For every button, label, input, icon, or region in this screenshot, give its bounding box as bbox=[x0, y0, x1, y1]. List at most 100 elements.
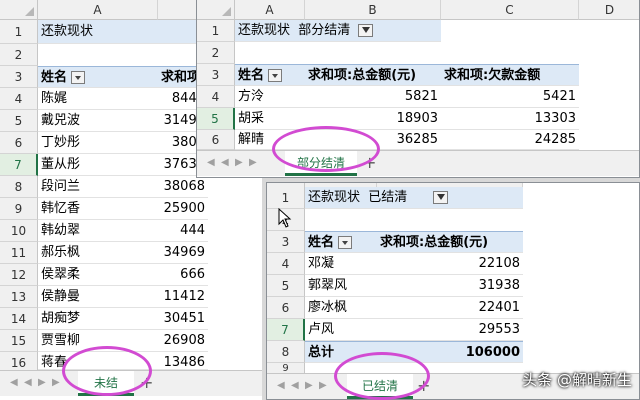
column-header-a[interactable]: A bbox=[38, 0, 158, 20]
column-header-d[interactable]: D bbox=[579, 0, 639, 20]
row-header-7[interactable]: 7 bbox=[267, 319, 305, 341]
row-header-14[interactable]: 14 bbox=[0, 308, 38, 330]
row-header-5[interactable]: 5 bbox=[267, 275, 305, 297]
row-filter-dropdown-icon[interactable] bbox=[338, 236, 353, 249]
total-cell[interactable]: 25900 bbox=[158, 198, 208, 220]
sheet-tab-settled[interactable]: 已结清 bbox=[347, 374, 413, 399]
row-header-3[interactable]: 3 bbox=[267, 231, 305, 253]
add-sheet-plus-icon[interactable]: + bbox=[363, 153, 376, 172]
name-cell[interactable]: 韩忆香 bbox=[38, 198, 158, 220]
column-header-b[interactable]: B bbox=[305, 0, 441, 20]
row-header-11[interactable]: 11 bbox=[0, 242, 38, 264]
pivot-header-total[interactable]: 求和项:总金额(元) bbox=[377, 231, 523, 253]
name-cell[interactable]: 韩幼翠 bbox=[38, 220, 158, 242]
next-sheet-arrow-icon[interactable]: ▶ bbox=[38, 377, 46, 388]
row-header-4[interactable]: 4 bbox=[197, 86, 235, 108]
sheet-tab-unsettled[interactable]: 未结 bbox=[78, 371, 134, 396]
next-sheet-arrow-icon[interactable]: ▶ bbox=[235, 157, 243, 168]
row-filter-dropdown-icon[interactable] bbox=[71, 71, 86, 84]
pivot-header-name[interactable]: 姓名 bbox=[38, 66, 158, 88]
name-cell[interactable]: 方泠 bbox=[235, 86, 305, 108]
row-header-4[interactable]: 4 bbox=[267, 253, 305, 275]
row-header-13[interactable]: 13 bbox=[0, 286, 38, 308]
total-cell[interactable]: 22401 bbox=[377, 297, 523, 319]
name-cell[interactable]: 邓凝 bbox=[305, 253, 377, 275]
add-sheet-plus-icon[interactable]: + bbox=[417, 376, 430, 395]
total-cell[interactable]: 34969 bbox=[158, 242, 208, 264]
last-sheet-arrow-icon[interactable]: ▶ bbox=[319, 380, 327, 391]
name-cell[interactable]: 董从彤 bbox=[38, 154, 158, 176]
first-sheet-arrow-icon[interactable]: ◀ bbox=[277, 380, 285, 391]
total-cell[interactable]: 30451 bbox=[158, 308, 208, 330]
total-cell[interactable]: 5821 bbox=[305, 86, 441, 108]
name-cell[interactable]: 廖冰枫 bbox=[305, 297, 377, 319]
name-cell[interactable]: 蒋春 bbox=[38, 352, 158, 370]
pivot-header-owed[interactable]: 求和项:欠款金额 bbox=[441, 64, 579, 86]
prev-sheet-arrow-icon[interactable]: ◀ bbox=[221, 157, 229, 168]
name-cell[interactable]: 陈娓 bbox=[38, 88, 158, 110]
prev-sheet-arrow-icon[interactable]: ◀ bbox=[24, 377, 32, 388]
total-cell[interactable]: 444 bbox=[158, 220, 208, 242]
row-header-1[interactable]: 1 bbox=[0, 20, 38, 44]
name-cell[interactable]: 戴兕波 bbox=[38, 110, 158, 132]
row-header-6[interactable]: 6 bbox=[267, 297, 305, 319]
total-cell[interactable]: 13486 bbox=[158, 352, 208, 370]
prev-sheet-arrow-icon[interactable]: ◀ bbox=[291, 380, 299, 391]
pivot-header-total[interactable]: 求和项:总金额(元) bbox=[305, 64, 441, 86]
row-header-1[interactable]: 1 bbox=[197, 20, 235, 42]
total-cell[interactable]: 31938 bbox=[377, 275, 523, 297]
owed-cell[interactable]: 13303 bbox=[441, 108, 579, 130]
name-cell[interactable]: 段问兰 bbox=[38, 176, 158, 198]
filter-funnel-icon[interactable] bbox=[358, 24, 374, 37]
row-header-7[interactable]: 7 bbox=[0, 154, 38, 176]
total-cell[interactable]: 26908 bbox=[158, 330, 208, 352]
row-header-8[interactable]: 8 bbox=[0, 176, 38, 198]
row-header-1[interactable]: 1 bbox=[267, 187, 305, 209]
row-header-5[interactable]: 5 bbox=[197, 108, 235, 130]
row-filter-dropdown-icon[interactable] bbox=[268, 69, 283, 82]
pivot-header-name[interactable]: 姓名 bbox=[305, 231, 377, 253]
name-cell[interactable]: 胡痴梦 bbox=[38, 308, 158, 330]
pivot-filter-cell[interactable]: 还款现状 已结清 bbox=[305, 187, 523, 209]
last-sheet-arrow-icon[interactable]: ▶ bbox=[249, 157, 257, 168]
name-cell[interactable]: 丁妙彤 bbox=[38, 132, 158, 154]
row-header-6[interactable]: 6 bbox=[0, 132, 38, 154]
name-cell[interactable]: 贾雪柳 bbox=[38, 330, 158, 352]
row-header-3[interactable]: 3 bbox=[0, 66, 38, 88]
total-cell[interactable]: 22108 bbox=[377, 253, 523, 275]
row-header-15[interactable]: 15 bbox=[0, 330, 38, 352]
sheet-tab-partial[interactable]: 部分结清 bbox=[285, 151, 357, 176]
row-header-4[interactable]: 4 bbox=[0, 88, 38, 110]
total-cell[interactable]: 36285 bbox=[305, 130, 441, 150]
select-all-corner[interactable] bbox=[0, 0, 38, 20]
name-cell[interactable]: 郭翠风 bbox=[305, 275, 377, 297]
total-cell[interactable]: 29553 bbox=[377, 319, 523, 341]
row-header-12[interactable]: 12 bbox=[0, 264, 38, 286]
row-header-8[interactable]: 8 bbox=[267, 341, 305, 363]
row-header-3[interactable]: 3 bbox=[197, 64, 235, 86]
name-cell[interactable]: 卢风 bbox=[305, 319, 377, 341]
row-header-6[interactable]: 6 bbox=[197, 130, 235, 150]
name-cell[interactable]: 侯静曼 bbox=[38, 286, 158, 308]
total-cell[interactable]: 11412 bbox=[158, 286, 208, 308]
name-cell[interactable]: 侯翠柔 bbox=[38, 264, 158, 286]
column-header-c[interactable]: C bbox=[441, 0, 579, 20]
pivot-header-name[interactable]: 姓名 bbox=[235, 64, 305, 86]
row-header-5[interactable]: 5 bbox=[0, 110, 38, 132]
next-sheet-arrow-icon[interactable]: ▶ bbox=[305, 380, 313, 391]
grand-total-label[interactable]: 总计 bbox=[305, 341, 377, 363]
name-cell[interactable]: 郝乐枫 bbox=[38, 242, 158, 264]
pivot-filter-cell[interactable]: 还款现状 部分结清 bbox=[235, 20, 441, 42]
total-cell[interactable]: 18903 bbox=[305, 108, 441, 130]
total-cell[interactable]: 666 bbox=[158, 264, 208, 286]
owed-cell[interactable]: 24285 bbox=[441, 130, 579, 150]
first-sheet-arrow-icon[interactable]: ◀ bbox=[10, 377, 18, 388]
row-header-9[interactable]: 9 bbox=[0, 198, 38, 220]
name-cell[interactable]: 胡采 bbox=[235, 108, 305, 130]
row-header-2[interactable]: 2 bbox=[0, 44, 38, 66]
row-header-10[interactable]: 10 bbox=[0, 220, 38, 242]
last-sheet-arrow-icon[interactable]: ▶ bbox=[52, 377, 60, 388]
column-header-a[interactable]: A bbox=[235, 0, 305, 20]
total-cell[interactable]: 38068 bbox=[158, 176, 208, 198]
name-cell[interactable]: 解晴 bbox=[235, 130, 305, 150]
